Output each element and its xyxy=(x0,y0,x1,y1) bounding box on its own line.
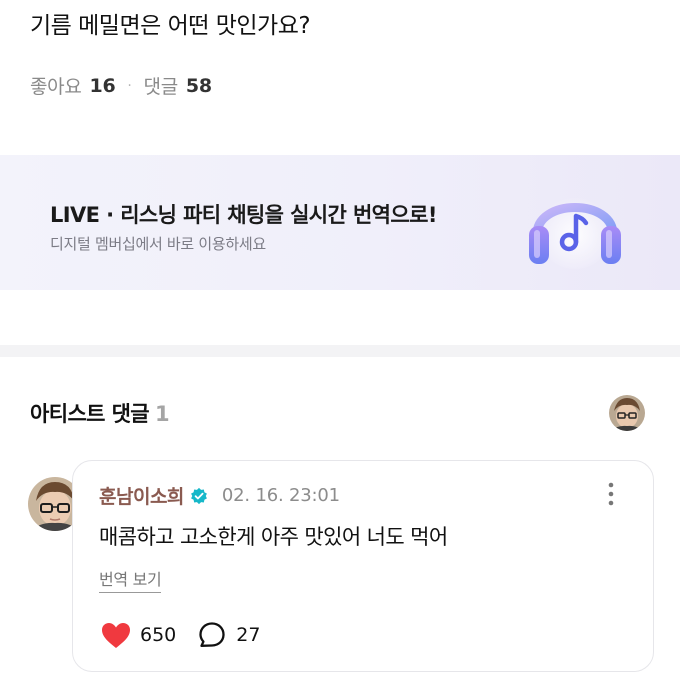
verified-badge-icon xyxy=(190,487,207,504)
reply-count: 27 xyxy=(236,624,261,646)
post-title: 기름 메밀면은 어떤 맛인가요? xyxy=(30,13,311,39)
comment-timestamp: 02. 16. 23:01 xyxy=(221,485,340,506)
artist-comment-card: 훈남이소희 02. 16. 23:01 매콤하고 고소한게 아주 맛있어 너도 … xyxy=(72,460,654,672)
more-options-icon[interactable] xyxy=(605,481,617,507)
promo-banner[interactable]: LIVE · 리스닝 파티 채팅을 실시간 번역으로! 디지털 멤버십에서 바로… xyxy=(0,155,680,290)
likes-count: 16 xyxy=(89,74,116,97)
section-divider xyxy=(0,345,680,357)
heart-icon[interactable] xyxy=(101,622,131,649)
likes-label[interactable]: 좋아요 xyxy=(30,72,82,99)
artist-comments-heading: 아티스트 댓글 1 xyxy=(30,398,170,428)
artist-comments-title: 아티스트 댓글 xyxy=(30,402,150,426)
comments-label[interactable]: 댓글 xyxy=(144,72,179,99)
reply-bubble-icon[interactable] xyxy=(198,621,226,649)
headphone-music-icon xyxy=(529,193,621,269)
banner-title: LIVE · 리스닝 파티 채팅을 실시간 번역으로! xyxy=(50,203,437,227)
banner-subtitle: 디지털 멤버십에서 바로 이용하세요 xyxy=(50,235,266,253)
artist-avatar-small[interactable] xyxy=(609,395,645,431)
artist-comments-count: 1 xyxy=(155,402,170,426)
comments-count: 58 xyxy=(185,74,212,97)
translate-link[interactable]: 번역 보기 xyxy=(99,566,162,593)
comment-text: 매콤하고 고소한게 아주 맛있어 너도 먹어 xyxy=(99,525,448,549)
comment-reactions: 650 27 xyxy=(101,621,260,649)
comment-author[interactable]: 훈남이소희 xyxy=(99,482,184,509)
stats-separator: · xyxy=(127,77,132,94)
like-count: 650 xyxy=(140,624,177,646)
post-stats: 좋아요 16 · 댓글 58 xyxy=(30,72,212,99)
comment-header: 훈남이소희 02. 16. 23:01 xyxy=(99,482,340,509)
